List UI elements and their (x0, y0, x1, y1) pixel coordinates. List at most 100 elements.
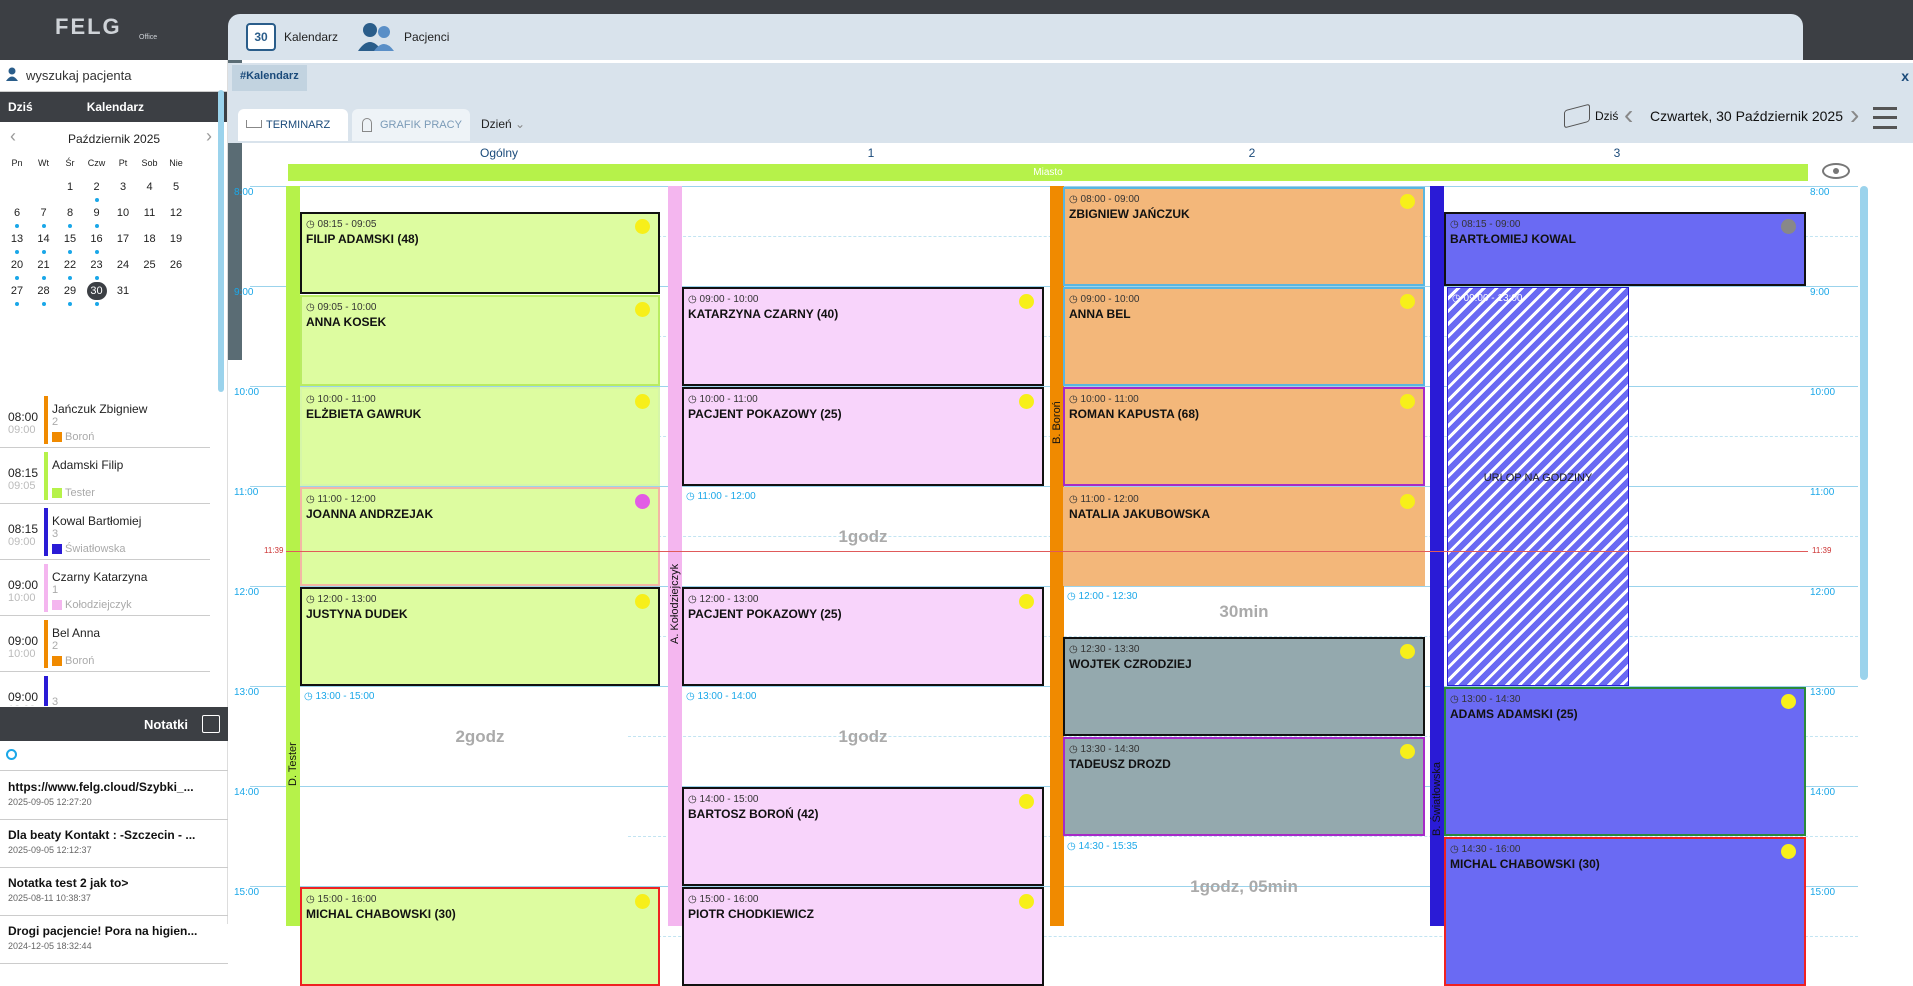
menu-icon[interactable] (1873, 107, 1897, 129)
patient-name: MICHAL CHABOWSKI (30) (1450, 857, 1600, 871)
sidebar-appointment[interactable]: 08:15 09:05 Adamski Filip Tester (0, 448, 210, 504)
appointment-block[interactable]: ◷ 12:00 - 13:00 JUSTYNA DUDEK (300, 587, 660, 686)
appointment-end: 10:00 (8, 592, 36, 604)
appointment-time: ◷ 08:15 - 09:00 (1450, 219, 1521, 230)
note-title: Dla beaty Kontakt : -Szczecin - ... (8, 828, 196, 842)
appointment-time: ◷ 12:00 - 13:00 (306, 594, 377, 605)
appointment-num: 3 (52, 696, 59, 706)
appointment-time: ◷ 10:00 - 11:00 (306, 394, 376, 405)
appointment-end: 10:00 (8, 648, 36, 660)
appointment-time: ◷ 11:00 - 12:00 (306, 494, 376, 505)
appointment-block[interactable]: ◷ 09:00 - 10:00 ANNA BEL (1063, 287, 1425, 386)
free-slot[interactable]: ◷ 11:00 - 12:00 1godz (682, 487, 1044, 586)
patient-name: MICHAL CHABOWSKI (30) (306, 907, 456, 921)
appointment-block[interactable]: ◷ 12:30 - 13:30 WOJTEK CZRODZIEJ (1063, 637, 1425, 736)
staff-color (52, 600, 62, 610)
free-slot[interactable]: ◷ 13:00 - 14:00 1godz (682, 687, 1044, 786)
appointment-block[interactable]: ◷ 08:15 - 09:05 FILIP ADAMSKI (48) (300, 212, 660, 295)
sidebar-appointment[interactable]: 08:15 09:00 Kowal Bartłomiej 3 Światłowska (0, 504, 210, 560)
sidebar-scrollbar[interactable] (218, 90, 224, 392)
sidebar-appointment[interactable]: 09:00 10:00 Bel Anna 2 Boroń (0, 616, 210, 672)
appointment-end: 13:00 (8, 704, 36, 706)
note-item[interactable]: Dla beaty Kontakt : -Szczecin - ... 2025-… (0, 820, 228, 868)
grid-scrollbar[interactable] (1860, 186, 1868, 680)
appointment-block[interactable]: ◷ 11:00 - 12:00 JOANNA ANDRZEJAK (300, 487, 660, 586)
note-item[interactable]: https://www.felg.cloud/Szybki_... 2025-09… (0, 772, 228, 820)
appointment-block[interactable]: ◷ 11:00 - 12:00 NATALIA JAKUBOWSKA (1063, 487, 1425, 586)
appointment-block[interactable]: ◷ 13:30 - 14:30 TADEUSZ DROZD (1063, 737, 1425, 836)
appointment-staff: Boroń (65, 431, 95, 443)
nav-calendar[interactable]: 30 Kalendarz (246, 20, 338, 54)
visibility-eye-icon[interactable] (1822, 163, 1850, 179)
status-dot (1781, 219, 1796, 234)
view-mode-select[interactable]: Dzień ⌄ (481, 117, 525, 131)
staff-bar (668, 186, 682, 926)
tab-kalendarz[interactable]: #Kalendarz (232, 65, 307, 91)
appointment-name: Bel Anna (52, 626, 101, 640)
free-slot[interactable]: ◷ 12:00 - 12:30 30min (1063, 587, 1425, 636)
patient-name: FILIP ADAMSKI (48) (306, 232, 419, 246)
tab-terminarz[interactable]: TERMINARZ (238, 109, 348, 141)
free-slot[interactable]: ◷ 14:30 - 15:35 1godz, 05min (1063, 837, 1425, 944)
free-slot[interactable]: ◷ 13:00 - 15:00 2godz (300, 687, 660, 886)
appointment-block[interactable]: ◷ 13:00 - 14:30 ADAMS ADAMSKI (25) (1444, 687, 1806, 836)
free-slot-time: ◷ 13:00 - 15:00 (304, 691, 375, 702)
note-title: https://www.felg.cloud/Szybki_... (8, 780, 194, 794)
note-date: 2024-12-05 18:32:44 (8, 941, 92, 951)
appointment-block[interactable]: ◷ 15:00 - 16:00 MICHAL CHABOWSKI (30) (300, 887, 660, 986)
sidebar-appointment[interactable]: 08:00 09:00 Jańczuk Zbigniew 2 Boroń (0, 392, 210, 448)
sidebar: wyszukaj pacjenta Dziś Kalendarz ‹ Paźdz… (0, 60, 228, 964)
note-item[interactable]: Notatka test 2 jak to> 2025-08-11 10:38:3… (0, 868, 228, 916)
status-dot (1400, 644, 1415, 659)
appointment-block[interactable]: ◷ 08:00 - 09:00 ZBIGNIEW JAŃCZUK (1063, 187, 1425, 286)
note-item[interactable]: Drogi pacjencie! Pora na higien... 2024-1… (0, 916, 228, 964)
appointment-time: ◷ 14:00 - 15:00 (688, 794, 759, 805)
appointment-time: 09:00 (8, 690, 39, 704)
appointment-bar (44, 396, 48, 444)
close-tab-button[interactable]: x (1901, 68, 1909, 84)
notes-search[interactable] (0, 741, 228, 771)
sidebar-appointment[interactable]: 09:0013:003Światłowska (0, 672, 210, 706)
patient-name: ANNA BEL (1069, 307, 1131, 321)
now-label-left: 11:39 (264, 546, 284, 555)
appointment-block[interactable]: ◷ 14:30 - 16:00 MICHAL CHABOWSKI (30) (1444, 837, 1806, 986)
appointment-block[interactable]: ◷ 14:00 - 15:00 BARTOSZ BOROŃ (42) (682, 787, 1044, 886)
next-day-icon[interactable]: › (1850, 99, 1859, 131)
edit-note-icon[interactable] (202, 715, 220, 733)
staff-bar (286, 186, 300, 926)
patient-name: ROMAN KAPUSTA (68) (1069, 407, 1200, 421)
free-slot-duration: 1godz (838, 527, 888, 546)
patient-name: ANNA KOSEK (306, 315, 387, 330)
patient-name: JUSTYNA DUDEK (306, 607, 408, 621)
appointment-block[interactable]: ◷ 10:00 - 11:00 ELŻBIETA GAWRUK (300, 387, 660, 486)
today-nav-button[interactable]: Dziś (1595, 109, 1618, 123)
appointment-end: 09:00 (8, 536, 36, 548)
sidebar-appointment[interactable]: 09:00 10:00 Czarny Katarzyna 1 Kołodziejczyk (0, 560, 210, 616)
appointment-block[interactable]: ◷ 09:00 - 10:00 KATARZYNA CZARNY (40) (682, 287, 1044, 386)
appointment-time: 08:00 (8, 410, 39, 424)
nav-patients[interactable]: Pacjenci (356, 20, 449, 54)
time-label-left: 13:00 (234, 687, 260, 698)
bed-today-icon (1564, 103, 1590, 129)
appointment-time: ◷ 08:15 - 09:05 (306, 219, 377, 230)
appointment-block[interactable]: ◷ 08:15 - 09:00 BARTŁOMIEJ KOWAL (1444, 212, 1806, 286)
appointment-name: Jańczuk Zbigniew (52, 402, 148, 416)
time-label-right: 11:00 (1810, 487, 1835, 498)
patient-name: PACJENT POKAZOWY (25) (688, 607, 842, 621)
appointment-block[interactable]: ◷ 09:05 - 10:00 ANNA KOSEK (300, 295, 660, 386)
appointment-block[interactable]: ◷ 10:00 - 11:00 PACJENT POKAZOWY (25) (682, 387, 1044, 486)
patient-name: PIOTR CHODKIEWICZ (688, 907, 814, 921)
calendar-icon: 30 (246, 23, 276, 51)
appointment-time: ◷ 12:30 - 13:30 (1069, 644, 1140, 655)
time-label-left: 15:00 (234, 887, 260, 898)
appointment-block[interactable]: ◷ 15:00 - 16:00 PIOTR CHODKIEWICZ (682, 887, 1044, 986)
prev-day-icon[interactable]: ‹ (1624, 99, 1633, 131)
appointment-time: ◷ 11:00 - 12:00 (1069, 494, 1139, 505)
tab-grafik-pracy[interactable]: GRAFIK PRACY (352, 109, 470, 141)
status-dot (635, 302, 650, 318)
appointment-block[interactable]: ◷ 10:00 - 11:00 ROMAN KAPUSTA (68) (1063, 387, 1425, 486)
now-label-right: 11:39 (1812, 546, 1832, 555)
now-line (286, 551, 1808, 552)
appointment-staff: Światłowska (65, 543, 126, 555)
appointment-block[interactable]: ◷ 12:00 - 13:00 PACJENT POKAZOWY (25) (682, 587, 1044, 686)
